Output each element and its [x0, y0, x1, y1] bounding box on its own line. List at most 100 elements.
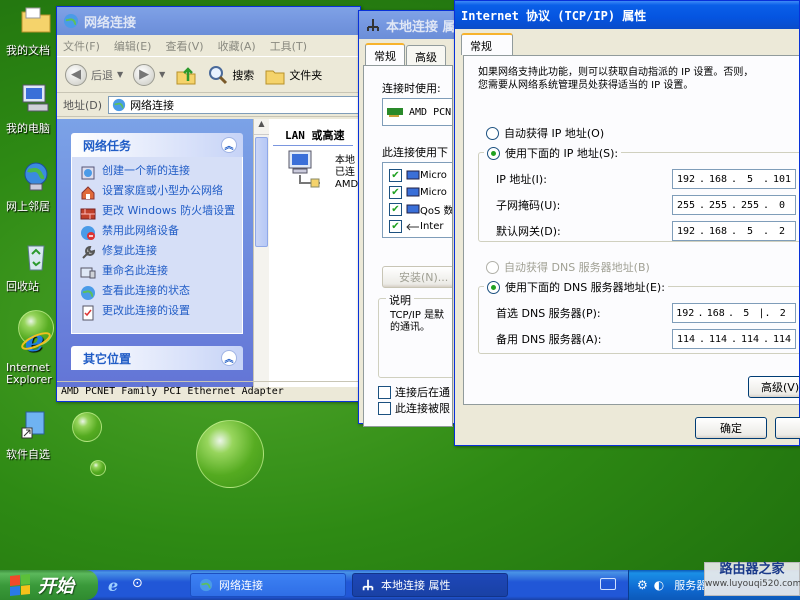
auto-ip-option[interactable]: 自动获得 IP 地址(O)	[486, 124, 604, 142]
disable-device-icon	[81, 226, 95, 240]
checkbox-unchecked[interactable]	[378, 401, 391, 415]
scroll-up-arrow-icon[interactable]: ▲	[254, 119, 269, 135]
adapter-field: AMD PCN	[382, 98, 452, 126]
tcpip-properties-dialog[interactable]: Internet 协议 (TCP/IP) 属性 常规 如果网络支持此功能，则可以…	[454, 0, 800, 446]
intro-line: 如果网络支持此功能，则可以获取自动指派的 IP 设置。否则，	[478, 67, 754, 78]
network-connections-icon	[199, 578, 213, 592]
description-label: 说明	[386, 292, 414, 308]
address-input[interactable]: 网络连接	[108, 95, 360, 114]
internet-explorer-icon[interactable]: e	[108, 576, 126, 595]
tab-general[interactable]: 常规	[365, 43, 405, 65]
scroll-thumb[interactable]	[255, 137, 268, 247]
general-tab-panel: 连接时使用: AMD PCN 此连接使用下 ✔ Micro ✔ Micro ✔ QoS…	[363, 65, 453, 427]
task-pane-scrollbar[interactable]: ▲	[253, 119, 269, 387]
desktop-icon-label: Internet Explorer	[6, 361, 52, 386]
client-icon	[406, 170, 420, 179]
tab-advanced[interactable]: 高级	[406, 45, 446, 65]
taskbar-item-local-connection[interactable]: 本地连接 属性	[352, 573, 508, 597]
notify-option[interactable]: 此连接被限	[378, 400, 450, 416]
tab-general[interactable]: 常规	[461, 33, 513, 55]
up-folder-button[interactable]	[175, 64, 197, 86]
forward-button[interactable]: ▶ ▼	[133, 63, 165, 86]
network-tasks-list: 创建一个新的连接 设置家庭或小型办公网络 更改 Windows 防火墙设置 禁用…	[71, 157, 243, 334]
desktop-icon-software[interactable]: 软件自选	[6, 408, 66, 462]
list-item-label: Micro	[420, 187, 447, 198]
octet: 168	[708, 173, 728, 185]
preferred-dns-input[interactable]: 192. 168. 5 |. 2	[672, 303, 796, 323]
menu-tools[interactable]: 工具(T)	[270, 38, 307, 54]
menu-favorites[interactable]: 收藏(A)	[218, 38, 256, 54]
start-button[interactable]: 开始	[0, 570, 98, 600]
volume-icon[interactable]: ◐	[654, 578, 664, 592]
radio-disabled[interactable]	[486, 260, 499, 274]
subnet-mask-row: 子网掩码(U): 255. 255. 255. 0	[496, 194, 799, 216]
taskbar-item-network-connections[interactable]: 网络连接	[190, 573, 346, 597]
menu-view[interactable]: 查看(V)	[165, 38, 203, 54]
local-connection-titlebar[interactable]: 本地连接 属	[359, 11, 457, 39]
task-disable-device[interactable]: 禁用此网络设备	[80, 225, 238, 241]
task-change-settings[interactable]: 更改此连接的设置	[80, 305, 238, 321]
task-home-network[interactable]: 设置家庭或小型办公网络	[80, 185, 238, 201]
list-item[interactable]: ✔ Inter	[389, 218, 452, 235]
ip-address-input[interactable]: 192. 168. 5. 101	[672, 169, 796, 189]
collapse-icon[interactable]: ︽	[221, 137, 237, 153]
local-connection-properties-window[interactable]: 本地连接 属 常规 高级 连接时使用: AMD PCN 此连接使用下 ✔ Micr…	[358, 10, 458, 427]
checkbox-unchecked[interactable]	[378, 385, 391, 399]
desktop-icon[interactable]: ⊙	[132, 576, 150, 594]
preferred-dns-row: 首选 DNS 服务器(P): 192. 168. 5 |. 2	[496, 302, 799, 324]
protocol-icon	[406, 223, 419, 230]
use-dns-option[interactable]: 使用下面的 DNS 服务器地址(E):	[484, 278, 668, 296]
radio-selected[interactable]	[487, 280, 500, 294]
watermark-url: www.luyouqi520.com	[705, 579, 800, 589]
list-item[interactable]: ✔ Micro	[389, 184, 452, 201]
octet: 101	[773, 173, 792, 185]
task-firewall[interactable]: 更改 Windows 防火墙设置	[80, 205, 238, 221]
ip-address-label: IP 地址(I):	[496, 173, 547, 186]
alternate-dns-input[interactable]: 114. 114. 114. 114	[672, 329, 796, 349]
install-button[interactable]: 安装(N)...	[382, 266, 452, 288]
show-icon-option[interactable]: 连接后在通	[378, 384, 450, 400]
advanced-button[interactable]: 高级(V)	[748, 376, 799, 398]
collapse-icon[interactable]: ︽	[221, 350, 237, 366]
ok-button[interactable]: 确定	[695, 417, 767, 439]
ip-address-row: IP 地址(I): 192. 168. 5. 101	[496, 168, 799, 190]
menu-file[interactable]: 文件(F)	[63, 38, 100, 54]
network-tasks-header[interactable]: 网络任务 ︽	[71, 133, 243, 157]
explorer-titlebar[interactable]: 网络连接	[57, 7, 360, 35]
back-button[interactable]: ◀ 后退 ▼	[65, 63, 123, 86]
network-connections-window[interactable]: 网络连接 文件(F) 编辑(E) 查看(V) 收藏(A) 工具(T) ◀ 后退 …	[56, 6, 361, 402]
list-item[interactable]: ✔ Micro	[389, 167, 452, 184]
auto-dns-option[interactable]: 自动获得 DNS 服务器地址(B)	[486, 258, 650, 276]
search-button[interactable]: 搜索	[207, 64, 254, 86]
use-ip-option[interactable]: 使用下面的 IP 地址(S):	[484, 144, 622, 162]
octet: 114	[773, 333, 792, 345]
network-tray-icon[interactable]: ⚙	[637, 578, 648, 592]
cancel-button[interactable]	[775, 417, 800, 439]
task-create-connection[interactable]: 创建一个新的连接	[80, 165, 238, 181]
local-connection-icon	[367, 19, 379, 31]
taskbar: 开始 e ⊙ 网络连接 本地连接 属性 ⚙ ◐ 服务器	[0, 570, 800, 600]
radio-selected[interactable]	[487, 146, 500, 160]
menu-edit[interactable]: 编辑(E)	[114, 38, 152, 54]
radio-unselected[interactable]	[486, 126, 499, 140]
gateway-input[interactable]: 192. 168. 5. 2	[672, 221, 796, 241]
forward-arrow-icon: ▶	[133, 63, 156, 86]
keyboard-icon[interactable]	[600, 578, 616, 590]
checkbox-checked[interactable]: ✔	[389, 169, 402, 182]
other-places-panel: 其它位置 ︽	[71, 346, 243, 370]
local-connection-item[interactable]: 本地 已连 AMD	[285, 149, 358, 191]
other-places-header[interactable]: 其它位置 ︽	[71, 346, 243, 370]
folders-button[interactable]: 文件夹	[264, 64, 322, 86]
checkbox-checked[interactable]: ✔	[389, 220, 402, 233]
checkbox-checked[interactable]: ✔	[389, 203, 402, 216]
search-icon	[209, 65, 228, 84]
desktop-bubble	[196, 420, 264, 488]
task-repair-connection[interactable]: 修复此连接	[80, 245, 238, 261]
network-adapter-icon	[288, 150, 320, 188]
task-view-status[interactable]: 查看此连接的状态	[80, 285, 238, 301]
task-rename-connection[interactable]: 重命名此连接	[80, 265, 238, 281]
list-item[interactable]: ✔ QoS 数	[389, 201, 452, 218]
tcpip-titlebar[interactable]: Internet 协议 (TCP/IP) 属性	[455, 1, 799, 29]
checkbox-checked[interactable]: ✔	[389, 186, 402, 199]
subnet-mask-input[interactable]: 255. 255. 255. 0	[672, 195, 796, 215]
